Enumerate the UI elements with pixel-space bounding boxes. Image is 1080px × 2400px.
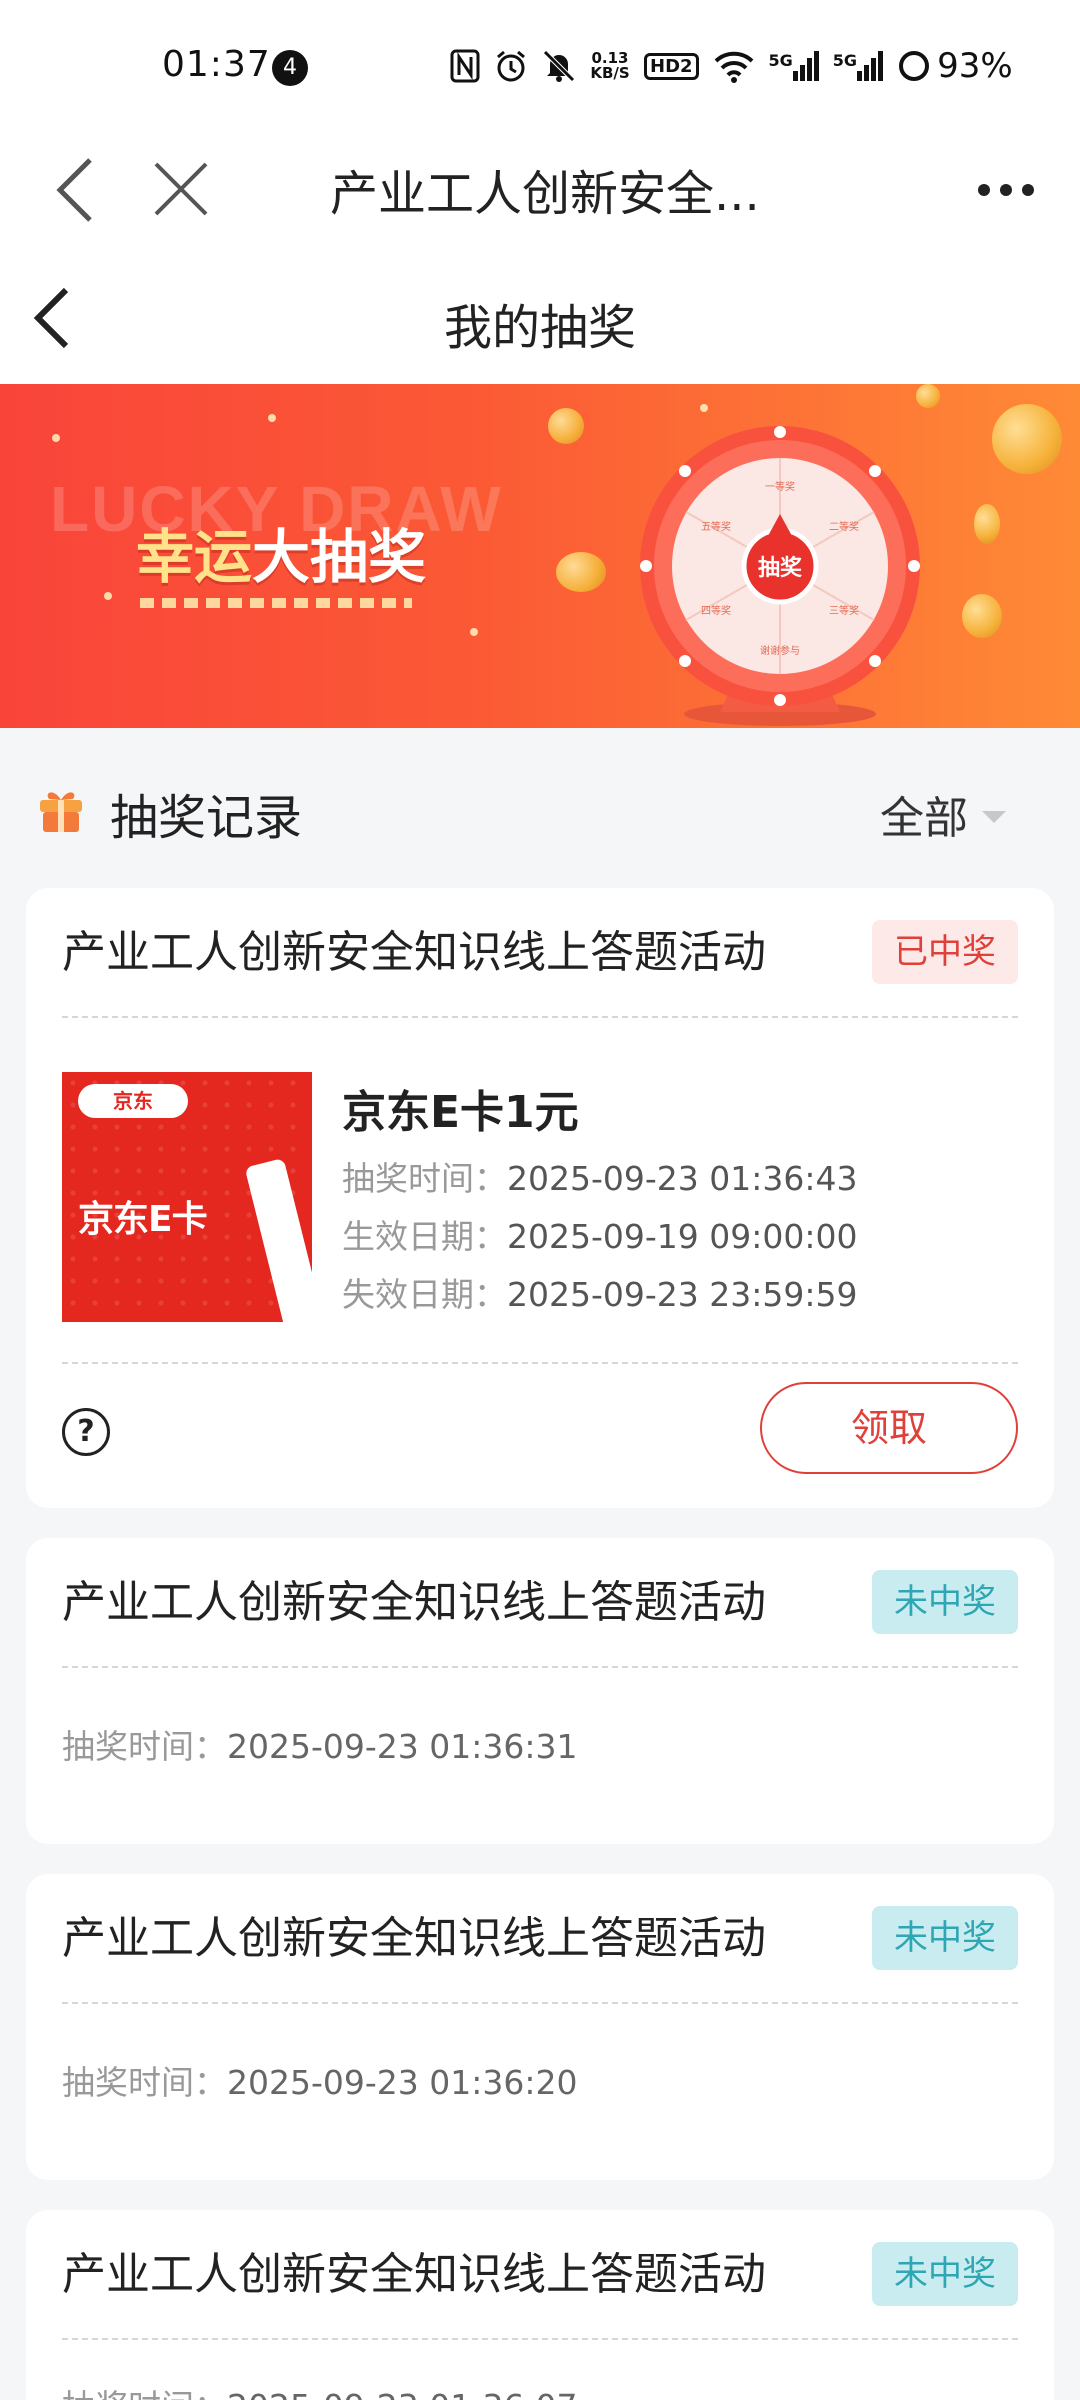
wheel-seg-3: 三等奖 [829,604,859,617]
close-icon [154,162,208,216]
draw-time-label: 抽奖时间： [342,1159,507,1198]
activity-title: 产业工人创新安全知识线上答题活动 [62,1913,766,1964]
effective-date-row: 生效日期：2025-09-19 09:00:00 [342,1210,857,1258]
nfc-icon [450,49,480,83]
expiry-date-label: 失效日期： [342,1275,507,1314]
draw-time-label: 抽奖时间： [62,2387,227,2400]
status-badge: 未中奖 [872,1570,1018,1634]
draw-time-row: 抽奖时间：2025-09-23 01:36:43 [342,1152,857,1200]
effective-date-label: 生效日期： [342,1217,507,1256]
sparkle [470,628,478,636]
coin-decoration [916,384,940,408]
divider [62,2338,1018,2340]
filter-value: 全部 [880,793,968,844]
draw-time-value: 2025-09-23 01:36:20 [227,2063,578,2102]
status-badge: 未中奖 [872,2242,1018,2306]
draw-record-card: 产业工人创新安全知识线上答题活动 未中奖 抽奖时间：2025-09-23 01:… [26,2210,1054,2400]
divider [62,2002,1018,2004]
status-badge: 已中奖 [872,920,1018,984]
coin-decoration [548,408,584,444]
signal-5g-icon-2: 5G [832,51,884,81]
back-icon [56,158,92,222]
wheel-seg-1: 一等奖 [765,480,795,493]
help-icon[interactable]: ? [62,1408,110,1456]
jd-logo: 京东 [78,1084,188,1118]
page-title: 我的抽奖 [443,300,636,356]
lucky-draw-banner[interactable]: LUCKY DRAW 幸运大抽奖 一等奖 二等奖 三等奖 谢谢参与 四等奖 五等… [0,384,1080,728]
draw-time-row: 抽奖时间：2025-09-23 01:36:20 [62,2056,577,2104]
status-icons: 0.13 KB/S HD2 5G 5G 93% [450,44,1013,88]
filter-dropdown[interactable]: 全部 [880,782,1006,846]
wheel-seg-5: 四等奖 [701,604,731,617]
records-header: 抽奖记录 全部 [0,728,1080,878]
draw-record-card: 产业工人创新安全知识线上答题活动 未中奖 抽奖时间：2025-09-23 01:… [26,1874,1054,2180]
sparkle [700,404,708,412]
coin-decoration [992,404,1062,474]
draw-time-label: 抽奖时间： [62,2063,227,2102]
coin-decoration [974,504,1000,544]
wifi-icon [713,49,755,83]
draw-time-row: 抽奖时间：2025-09-23 01:36:07 [62,2380,577,2400]
draw-time-row: 抽奖时间：2025-09-23 01:36:31 [62,1720,577,1768]
divider [62,1666,1018,1668]
prize-image: 京东 京东E卡 [62,1072,312,1322]
wheel-center-label: 抽奖 [758,555,803,581]
banner-title: 幸运大抽奖 [136,510,426,594]
battery-ring-icon [899,51,930,81]
prize-wheel-icon: 一等奖 二等奖 三等奖 谢谢参与 四等奖 五等奖 抽奖 [640,426,920,726]
banner-title-part2: 大抽奖 [252,523,427,591]
close-button[interactable] [146,152,216,228]
claim-button[interactable]: 领取 [760,1382,1018,1474]
gift-icon [40,792,82,832]
page-header: 我的抽奖 [0,250,1080,384]
signal-5g-label-2: 5G [832,51,858,70]
wheel-seg-2: 二等奖 [829,520,859,533]
draw-time-label: 抽奖时间： [62,1727,227,1766]
sparkle [52,434,60,442]
more-button[interactable] [972,160,1042,220]
web-page-title: 产业工人创新安全... [330,166,760,222]
records-title: 抽奖记录 [110,790,303,846]
draw-time-value: 2025-09-23 01:36:43 [507,1159,858,1198]
web-nav-bar: 产业工人创新安全... [0,130,1080,250]
battery-indicator: 93% [897,46,1013,86]
back-button[interactable] [48,152,108,228]
draw-record-card: 产业工人创新安全知识线上答题活动 已中奖 京东 京东E卡 京东E卡1元 抽奖时间… [26,888,1054,1508]
prize-card-label: 京东E卡 [78,1199,208,1240]
draw-time-value: 2025-09-23 01:36:07 [227,2387,577,2400]
banner-underline [140,598,412,608]
sparkle [104,592,112,600]
prize-name: 京东E卡1元 [342,1087,579,1138]
hd-icon: HD2 [644,52,699,80]
wheel-seg-4: 谢谢参与 [760,644,800,657]
draw-time-value: 2025-09-23 01:36:31 [227,1727,578,1766]
status-time: 01:37 [162,44,271,85]
wheel-seg-6: 五等奖 [701,520,731,533]
expiry-date-value: 2025-09-23 23:59:59 [507,1275,858,1314]
activity-title: 产业工人创新安全知识线上答题活动 [62,2249,766,2300]
draw-record-card: 产业工人创新安全知识线上答题活动 未中奖 抽奖时间：2025-09-23 01:… [26,1538,1054,1844]
notification-count-badge: 4 [272,50,308,86]
sparkle [268,414,276,422]
activity-title: 产业工人创新安全知识线上答题活动 [62,927,766,978]
banner-title-part1: 幸运 [136,523,253,591]
status-bar: 01:37 4 0.13 KB/S HD2 5G 5G 93% [0,0,1080,130]
effective-date-value: 2025-09-19 09:00:00 [507,1217,858,1256]
status-badge: 未中奖 [872,1906,1018,1970]
divider [62,1016,1018,1018]
net-speed: 0.13 KB/S [590,49,630,82]
coin-decoration [962,594,1002,638]
signal-5g-icon: 5G [769,51,819,81]
chevron-down-icon [982,811,1006,823]
divider [62,1362,1018,1364]
activity-title: 产业工人创新安全知识线上答题活动 [62,1577,766,1628]
alarm-icon [494,49,528,83]
coin-decoration [556,552,606,592]
more-icon [978,184,1034,196]
signal-5g-label: 5G [768,51,793,70]
expiry-date-row: 失效日期：2025-09-23 23:59:59 [342,1268,857,1316]
hd-label: HD2 [644,52,699,80]
mute-icon [542,49,576,83]
battery-percent: 93% [937,46,1013,86]
